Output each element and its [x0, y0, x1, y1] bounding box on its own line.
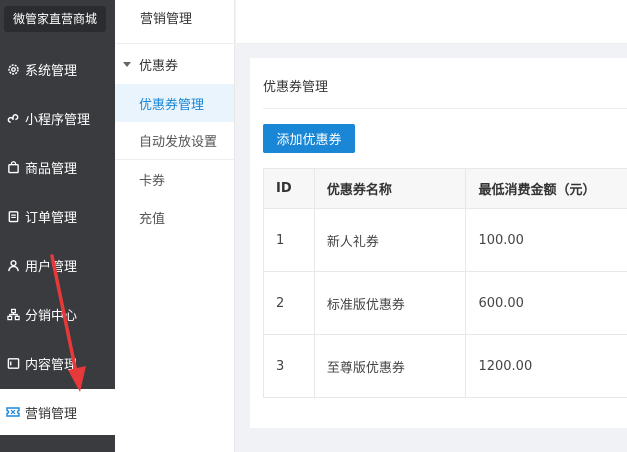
sidebar-item-label: 商品管理: [25, 161, 78, 177]
user-icon: [6, 258, 20, 272]
coupon-table: ID 优惠券名称 最低消费金额（元） 1 新人礼券 100.00 2 标准版优惠…: [263, 168, 627, 398]
caret-down-icon: [123, 61, 131, 67]
submenu-group-coupons[interactable]: 优惠券: [115, 44, 234, 84]
column-header-min-amount: 最低消费金额（元）: [478, 183, 596, 198]
cell-name: 标准版优惠券: [315, 272, 467, 334]
top-bar: [236, 0, 627, 44]
sidebar-item-distribution[interactable]: 分销中心: [0, 291, 115, 337]
sidebar-item-mini-program[interactable]: 小程序管理: [0, 95, 115, 141]
sidebar-item-label: 订单管理: [25, 210, 78, 226]
order-icon: [6, 209, 20, 223]
coupon-card: 优惠券管理 添加优惠券 ID 优惠券名称 最低消费金额（元） 1 新人礼券 10…: [250, 58, 627, 428]
ticket-icon: [6, 405, 20, 419]
divider: [263, 108, 627, 109]
column-header-id: ID: [264, 169, 315, 208]
sidebar-item-marketing[interactable]: 营销管理: [0, 389, 115, 435]
brand-title: 微管家直营商城: [4, 6, 106, 32]
bag-icon: [6, 160, 20, 174]
table-row[interactable]: 1 新人礼券 100.00: [264, 209, 627, 272]
submenu-item-cards[interactable]: 卡券: [115, 160, 234, 198]
cell-id: 3: [264, 335, 315, 397]
mini-program-icon: [6, 111, 20, 125]
submenu-item-coupon-manage[interactable]: 优惠券管理: [115, 84, 234, 122]
cell-id: 1: [264, 209, 315, 271]
sidebar-item-label: 内容管理: [25, 357, 78, 373]
sidebar-item-label: 用户管理: [25, 259, 78, 275]
submenu-group-label: 优惠券: [139, 58, 179, 74]
table-header-row: ID 优惠券名称 最低消费金额（元）: [264, 169, 627, 209]
cell-min-amount: 600.00: [478, 295, 524, 311]
cell-name: 至尊版优惠券: [315, 335, 467, 397]
sidebar-item-content[interactable]: 内容管理: [0, 340, 115, 386]
content-icon: [6, 356, 20, 370]
cell-name: 新人礼券: [315, 209, 467, 271]
sidebar-item-label: 分销中心: [25, 308, 78, 324]
card-title: 优惠券管理: [263, 80, 329, 95]
table-row[interactable]: 3 至尊版优惠券 1200.00: [264, 335, 627, 398]
submenu-item-recharge[interactable]: 充值: [115, 198, 234, 236]
table-row[interactable]: 2 标准版优惠券 600.00: [264, 272, 627, 335]
main-sidebar: 微管家直营商城 系统管理 小程序管理 商品管理 订单管理 用户管理 分销中心 内…: [0, 0, 115, 452]
sidebar-item-label: 小程序管理: [25, 112, 91, 128]
sidebar-item-system[interactable]: 系统管理: [0, 46, 115, 92]
add-coupon-button[interactable]: 添加优惠券: [263, 124, 355, 153]
submenu-title: 营销管理: [115, 0, 234, 44]
column-header-name: 优惠券名称: [315, 169, 467, 208]
submenu-panel: 营销管理 优惠券 优惠券管理 自动发放设置 卡券 充值: [115, 0, 235, 452]
cell-min-amount: 100.00: [478, 232, 524, 248]
cell-min-amount: 1200.00: [478, 358, 533, 374]
sidebar-item-products[interactable]: 商品管理: [0, 144, 115, 190]
cell-id: 2: [264, 272, 315, 334]
sidebar-item-label: 营销管理: [25, 406, 78, 422]
sidebar-item-users[interactable]: 用户管理: [0, 242, 115, 288]
sidebar-item-label: 系统管理: [25, 63, 78, 79]
gear-icon: [6, 62, 20, 76]
network-icon: [6, 307, 20, 321]
sidebar-item-orders[interactable]: 订单管理: [0, 193, 115, 239]
submenu-item-auto-issue[interactable]: 自动发放设置: [115, 122, 234, 160]
